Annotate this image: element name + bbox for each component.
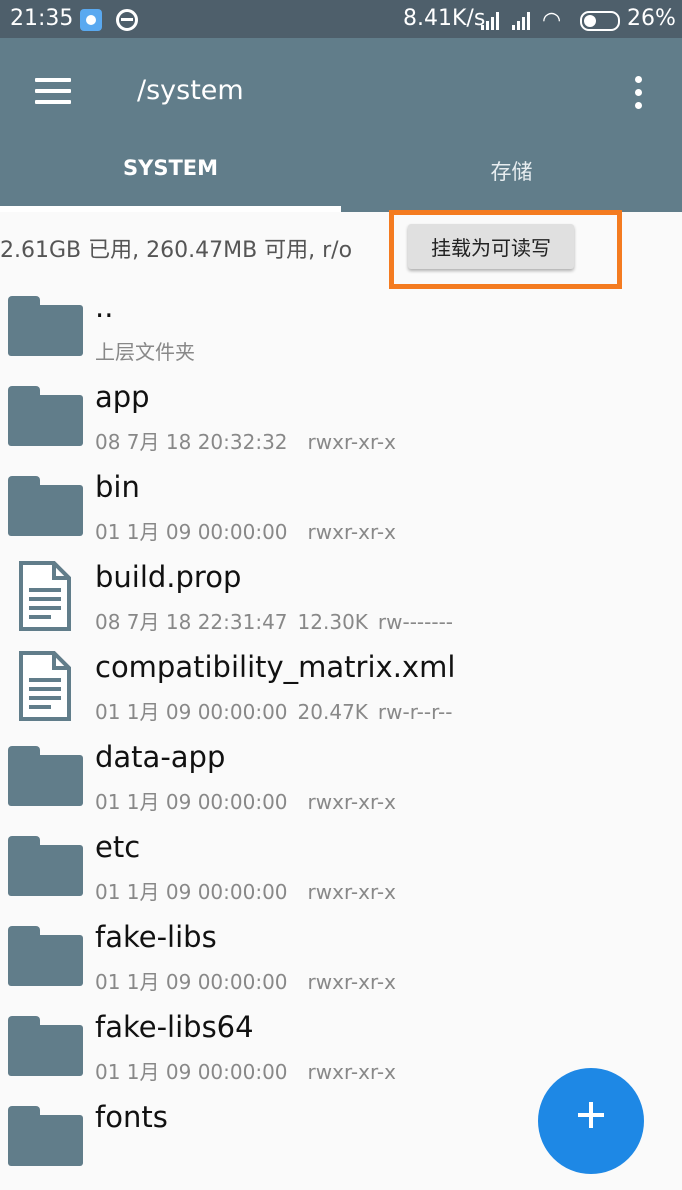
more-options-icon[interactable] xyxy=(633,76,643,110)
folder-icon xyxy=(8,476,83,536)
file-row[interactable]: .. 上层文件夹 xyxy=(0,290,682,380)
file-date: 01 1月 09 00:00:00 xyxy=(95,790,288,814)
tab-storage[interactable]: 存储 xyxy=(341,156,682,188)
file-date: 08 7月 18 20:32:32 xyxy=(95,430,288,454)
app-bar: /system SYSTEM 存储 xyxy=(0,38,682,212)
file-permissions: rw-r--r-- xyxy=(377,700,453,724)
file-name: fake-libs64 xyxy=(95,1010,254,1044)
file-meta: 01 1月 09 00:00:00 rwxr-xr-x xyxy=(95,966,396,995)
file-name: build.prop xyxy=(95,560,242,594)
file-row[interactable]: etc 01 1月 09 00:00:00 rwxr-xr-x xyxy=(0,830,682,920)
signal-icon xyxy=(481,10,503,30)
file-icon xyxy=(19,561,71,631)
network-speed: 8.41K/s xyxy=(403,6,486,31)
file-name: fonts xyxy=(95,1100,168,1134)
file-size: 12.30K xyxy=(297,610,368,634)
tab-system[interactable]: SYSTEM xyxy=(0,156,341,188)
file-date: 01 1月 09 00:00:00 xyxy=(95,700,288,724)
folder-icon xyxy=(8,1106,83,1166)
file-meta: 上层文件夹 xyxy=(95,336,195,365)
file-permissions: rw------- xyxy=(377,610,454,634)
file-name: fake-libs xyxy=(95,920,217,954)
tab-indicator xyxy=(0,206,341,212)
file-row[interactable]: bin 01 1月 09 00:00:00 rwxr-xr-x xyxy=(0,470,682,560)
file-date: 上层文件夹 xyxy=(95,340,195,364)
file-row[interactable]: data-app 01 1月 09 00:00:00 rwxr-xr-x xyxy=(0,740,682,830)
file-row[interactable]: compatibility_matrix.xml 01 1月 09 00:00:0… xyxy=(0,650,682,740)
file-date: 01 1月 09 00:00:00 xyxy=(95,520,288,544)
file-name: etc xyxy=(95,830,141,864)
battery-icon xyxy=(580,11,620,31)
file-permissions: rwxr-xr-x xyxy=(307,880,396,904)
file-permissions: rwxr-xr-x xyxy=(307,430,396,454)
file-row[interactable]: fake-libs 01 1月 09 00:00:00 rwxr-xr-x xyxy=(0,920,682,1010)
file-name: bin xyxy=(95,470,140,504)
file-meta: 08 7月 18 20:32:32 rwxr-xr-x xyxy=(95,426,396,455)
folder-icon xyxy=(8,926,83,986)
file-date: 01 1月 09 00:00:00 xyxy=(95,970,288,994)
file-list: .. 上层文件夹 app 08 7月 18 20:32:32 rwxr-xr-x bin 0… xyxy=(0,290,682,1190)
folder-icon xyxy=(8,296,83,356)
file-meta: 08 7月 18 22:31:47 12.30K rw------- xyxy=(95,606,453,635)
menu-icon[interactable] xyxy=(35,78,71,106)
file-permissions: rwxr-xr-x xyxy=(307,790,396,814)
file-name: data-app xyxy=(95,740,226,774)
battery-percent: 26% xyxy=(627,6,676,31)
file-meta: 01 1月 09 00:00:00 rwxr-xr-x xyxy=(95,786,396,815)
page-title: /system xyxy=(137,75,244,106)
file-date: 08 7月 18 22:31:47 xyxy=(95,610,288,634)
file-row[interactable]: app 08 7月 18 20:32:32 rwxr-xr-x xyxy=(0,380,682,470)
file-date: 01 1月 09 00:00:00 xyxy=(95,1060,288,1084)
file-meta: 01 1月 09 00:00:00 rwxr-xr-x xyxy=(95,876,396,905)
file-name: compatibility_matrix.xml xyxy=(95,650,456,684)
file-icon xyxy=(19,651,71,721)
folder-icon xyxy=(8,386,83,446)
notification-app-icon xyxy=(80,9,102,31)
file-name: .. xyxy=(95,290,114,324)
file-name: app xyxy=(95,380,150,414)
file-row[interactable]: build.prop 08 7月 18 22:31:47 12.30K rw-----… xyxy=(0,560,682,650)
add-button[interactable] xyxy=(538,1068,644,1174)
file-permissions: rwxr-xr-x xyxy=(307,520,396,544)
file-permissions: rwxr-xr-x xyxy=(307,1060,396,1084)
file-date: 01 1月 09 00:00:00 xyxy=(95,880,288,904)
file-meta: 01 1月 09 00:00:00 rwxr-xr-x xyxy=(95,1056,396,1085)
file-permissions: rwxr-xr-x xyxy=(307,970,396,994)
file-size: 20.47K xyxy=(297,700,368,724)
signal-icon xyxy=(512,10,534,30)
file-meta: 01 1月 09 00:00:00 rwxr-xr-x xyxy=(95,516,396,545)
wifi-icon: ◠ xyxy=(542,8,562,33)
folder-icon xyxy=(8,1016,83,1076)
highlight-box xyxy=(389,210,622,289)
folder-icon xyxy=(8,746,83,806)
storage-info: 2.61GB 已用, 260.47MB 可用, r/o xyxy=(0,238,353,263)
file-meta: 01 1月 09 00:00:00 20.47K rw-r--r-- xyxy=(95,696,452,725)
folder-icon xyxy=(8,836,83,896)
notification-sync-icon xyxy=(116,9,138,31)
status-time: 21:35 xyxy=(10,6,74,31)
status-bar: 21:35 8.41K/s ◠ 26% xyxy=(0,0,682,38)
